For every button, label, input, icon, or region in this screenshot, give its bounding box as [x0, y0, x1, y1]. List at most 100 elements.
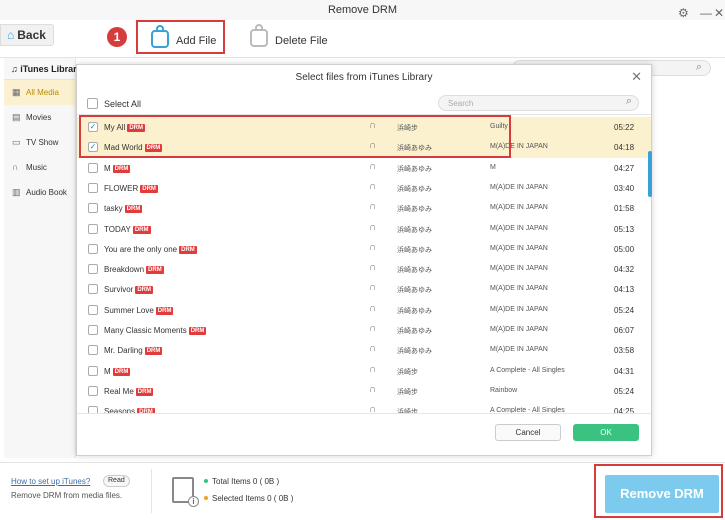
drm-badge: DRM [112, 367, 131, 376]
dialog-search-input[interactable]: Search ⌕ [438, 95, 639, 111]
table-row[interactable]: Summer Love DRM ∩ 浜崎あゆみ M(A)DE IN JAPAN 05:24 [77, 300, 651, 320]
track-album: M(A)DE IN JAPAN [490, 244, 548, 252]
headphones-icon: ∩ [369, 282, 377, 294]
sidebar-item-movies[interactable]: ▤ Movies [4, 105, 75, 130]
row-checkbox[interactable] [88, 365, 98, 376]
table-row[interactable]: TODAY DRM ∩ 浜崎あゆみ M(A)DE IN JAPAN 05:13 [77, 219, 651, 239]
row-checkbox[interactable] [88, 304, 98, 315]
track-album: M [490, 163, 496, 171]
track-name: Many Classic Moments DRM [104, 326, 207, 335]
back-button[interactable]: ⌂ Back [0, 24, 54, 46]
close-icon[interactable]: ✕ [631, 69, 642, 85]
selected-items-stat: Selected Items 0 ( 0B ) [204, 494, 293, 503]
row-checkbox[interactable] [88, 345, 98, 356]
table-row[interactable]: FLOWER DRM ∩ 浜崎あゆみ M(A)DE IN JAPAN 03:40 [77, 178, 651, 198]
remove-drm-button[interactable]: Remove DRM [605, 475, 719, 513]
film-icon: ▤ [12, 112, 21, 122]
table-row[interactable]: Breakdown DRM ∩ 浜崎あゆみ M(A)DE IN JAPAN 04:32 [77, 259, 651, 279]
select-all-checkbox[interactable] [87, 98, 98, 109]
sidebar-item-all-media[interactable]: ▦ All Media [4, 80, 75, 105]
headphones-icon: ∩ [369, 160, 377, 172]
track-time: 05:00 [614, 244, 635, 254]
track-artist: 浜崎あゆみ [397, 287, 432, 295]
howto-link[interactable]: How to set up iTunes? [11, 477, 90, 486]
track-name: Survivor DRM [104, 285, 154, 295]
drm-badge: DRM [146, 266, 164, 275]
drm-badge: DRM [179, 245, 197, 254]
back-label: Back [17, 28, 46, 42]
headphones-icon: ∩ [369, 241, 377, 253]
read-button[interactable]: Read [103, 475, 130, 487]
row-checkbox[interactable] [88, 243, 98, 254]
table-row[interactable]: M DRM ∩ 浜崎あゆみ M 04:27 [77, 158, 651, 178]
delete-file-button[interactable]: Delete File [248, 24, 338, 52]
divider [151, 469, 152, 513]
row-checkbox[interactable] [88, 385, 98, 396]
row-checkbox[interactable] [88, 406, 98, 413]
row-checkbox[interactable] [88, 284, 98, 295]
selection-highlight-box [79, 115, 511, 158]
track-time: 04:18 [614, 143, 635, 153]
track-time: 05:13 [614, 224, 635, 234]
table-row[interactable]: Seasons DRM ∩ 浜崎步 A Complete - All Singles 04… [77, 401, 651, 413]
drm-badge: DRM [135, 387, 154, 396]
drm-badge: DRM [144, 347, 163, 356]
dialog-footer: Cancel OK [77, 413, 651, 455]
track-artist: 浜崎步 [397, 368, 418, 376]
ok-button[interactable]: OK [573, 424, 639, 441]
add-file-label: Add File [176, 35, 217, 47]
track-artist: 浜崎步 [397, 388, 418, 396]
add-file-button[interactable]: Add File [136, 20, 225, 54]
track-name: Breakdown DRM [104, 265, 164, 275]
table-row[interactable]: You are the only one DRM ∩ 浜崎あゆみ M(A)DE IN J… [77, 239, 651, 259]
music-note-icon: ♫ [11, 64, 18, 74]
track-artist: 浜崎あゆみ [397, 206, 432, 214]
list-scrollbar[interactable] [648, 151, 652, 197]
track-album: M(A)DE IN JAPAN [490, 224, 548, 232]
row-checkbox[interactable] [88, 203, 98, 214]
track-artist: 浜崎あゆみ [397, 185, 432, 193]
headphones-icon: ∩ [369, 383, 377, 395]
window-title: Remove DRM [327, 4, 398, 16]
track-time: 04:13 [614, 285, 635, 295]
table-row[interactable]: Mr. Darling DRM ∩ 浜崎あゆみ M(A)DE IN JAPAN 03:58 [77, 340, 651, 360]
table-row[interactable]: Survivor DRM ∩ 浜崎あゆみ M(A)DE IN JAPAN 04:13 [77, 279, 651, 299]
sidebar-item-music[interactable]: ∩ Music [4, 155, 75, 180]
table-row[interactable]: tasky DRM ∩ 浜崎あゆみ M(A)DE IN JAPAN 01:58 [77, 198, 651, 218]
drm-badge: DRM [188, 327, 207, 335]
row-checkbox[interactable] [88, 264, 98, 275]
drm-badge: DRM [132, 225, 151, 234]
table-row[interactable]: Many Classic Moments DRM ∩ 浜崎あゆみ M(A)DE IN J… [77, 320, 651, 340]
headphones-icon: ∩ [369, 221, 377, 233]
track-artist: 浜崎あゆみ [397, 165, 432, 173]
sidebar-item-tv-show[interactable]: ▭ TV Show [4, 130, 75, 155]
hint-text: Remove DRM from media files. [11, 491, 123, 500]
track-artist: 浜崎あゆみ [397, 328, 432, 335]
row-checkbox[interactable] [88, 325, 98, 335]
cancel-button[interactable]: Cancel [495, 424, 561, 441]
row-checkbox[interactable] [88, 182, 98, 193]
headphones-icon: ∩ [369, 323, 377, 334]
track-artist: 浜崎あゆみ [397, 267, 432, 275]
sidebar-item-audio-book[interactable]: ▥ Audio Book [4, 180, 75, 205]
track-time: 04:27 [614, 163, 635, 173]
track-album: M(A)DE IN JAPAN [490, 265, 548, 273]
row-checkbox[interactable] [88, 223, 98, 234]
track-name: Real Me DRM [104, 386, 154, 396]
tv-icon: ▭ [12, 137, 21, 147]
track-time: 04:31 [614, 366, 635, 376]
library-icon: ▦ [12, 87, 21, 97]
track-time: 06:07 [614, 326, 635, 335]
table-row[interactable]: Real Me DRM ∩ 浜崎步 Rainbow 05:24 [77, 381, 651, 401]
headphones-icon: ∩ [369, 363, 377, 375]
track-name: Mr. Darling DRM [104, 346, 163, 356]
headphones-icon: ∩ [369, 302, 377, 314]
track-artist: 浜崎あゆみ [397, 348, 432, 356]
track-time: 05:24 [614, 305, 635, 315]
track-time: 05:22 [614, 123, 635, 132]
total-items-stat: Total Items 0 ( 0B ) [204, 477, 279, 486]
search-icon: ⌕ [695, 61, 702, 73]
track-name: TODAY DRM [104, 224, 151, 234]
row-checkbox[interactable] [88, 162, 98, 173]
table-row[interactable]: M DRM ∩ 浜崎步 A Complete - All Singles 04:31 [77, 361, 651, 381]
